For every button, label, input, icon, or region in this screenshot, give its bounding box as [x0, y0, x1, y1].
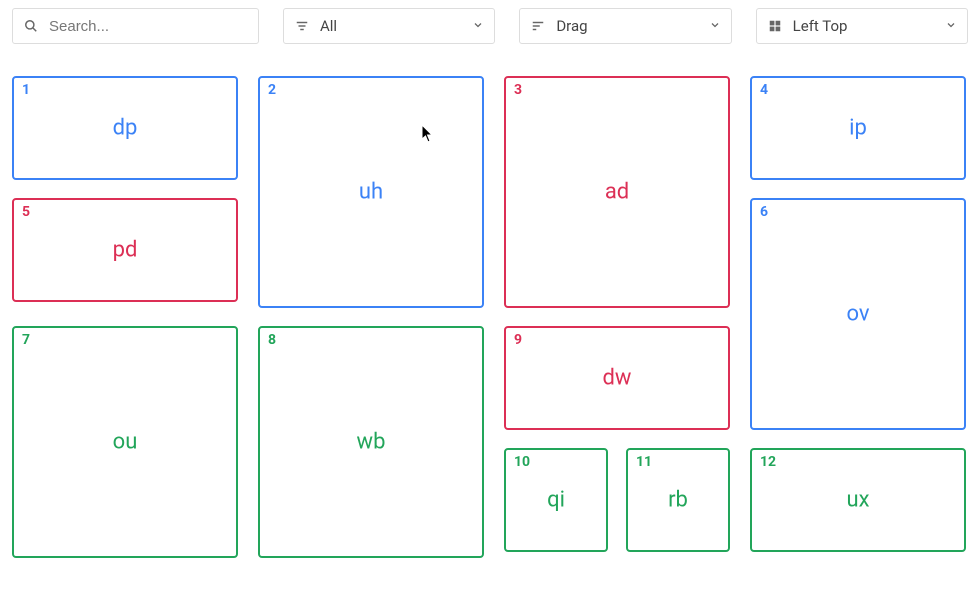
- card-label: dw: [603, 366, 632, 391]
- card-index: 7: [22, 332, 30, 348]
- card-4[interactable]: 4 ip: [750, 76, 966, 180]
- chevron-down-icon: [709, 17, 721, 35]
- card-7[interactable]: 7 ou: [12, 326, 238, 558]
- filter-label: All: [320, 17, 337, 35]
- align-select[interactable]: Left Top: [756, 8, 968, 44]
- card-11[interactable]: 11 rb: [626, 448, 730, 552]
- card-label: ov: [846, 302, 869, 327]
- card-index: 5: [22, 204, 30, 220]
- card-3[interactable]: 3 ad: [504, 76, 730, 308]
- card-label: rb: [668, 488, 688, 513]
- card-label: dp: [113, 116, 138, 141]
- card-index: 10: [514, 454, 530, 470]
- search-input[interactable]: [49, 18, 248, 35]
- card-grid: 1 dp 2 uh 3 ad 4 ip 5 pd 6 ov 7 ou 8 wb 9 dw 10 qi 11 rb 12 ux: [12, 76, 968, 596]
- card-10[interactable]: 10 qi: [504, 448, 608, 552]
- card-index: 6: [760, 204, 768, 220]
- card-label: ad: [605, 180, 629, 205]
- card-index: 4: [760, 82, 768, 98]
- card-label: ip: [849, 116, 867, 141]
- filter-select[interactable]: All: [283, 8, 495, 44]
- card-index: 8: [268, 332, 276, 348]
- card-index: 11: [636, 454, 652, 470]
- card-5[interactable]: 5 pd: [12, 198, 238, 302]
- card-8[interactable]: 8 wb: [258, 326, 484, 558]
- card-index: 3: [514, 82, 522, 98]
- card-2[interactable]: 2 uh: [258, 76, 484, 308]
- card-label: pd: [113, 238, 138, 263]
- card-1[interactable]: 1 dp: [12, 76, 238, 180]
- card-label: ux: [846, 488, 869, 513]
- card-index: 2: [268, 82, 276, 98]
- search-icon: [23, 18, 39, 34]
- grid-icon: [767, 18, 783, 34]
- chevron-down-icon: [945, 17, 957, 35]
- toolbar: All Drag Left Top: [0, 0, 980, 52]
- card-6[interactable]: 6 ov: [750, 198, 966, 430]
- card-9[interactable]: 9 dw: [504, 326, 730, 430]
- card-12[interactable]: 12 ux: [750, 448, 966, 552]
- mode-select[interactable]: Drag: [519, 8, 731, 44]
- card-label: ou: [113, 430, 138, 455]
- card-label: qi: [547, 488, 565, 513]
- mode-label: Drag: [556, 17, 587, 35]
- card-index: 1: [22, 82, 30, 98]
- card-label: wb: [357, 430, 386, 455]
- search-box[interactable]: [12, 8, 259, 44]
- sort-icon: [530, 18, 546, 34]
- card-label: uh: [359, 180, 383, 205]
- filter-icon: [294, 18, 310, 34]
- card-index: 12: [760, 454, 776, 470]
- chevron-down-icon: [472, 17, 484, 35]
- align-label: Left Top: [793, 17, 848, 35]
- card-index: 9: [514, 332, 522, 348]
